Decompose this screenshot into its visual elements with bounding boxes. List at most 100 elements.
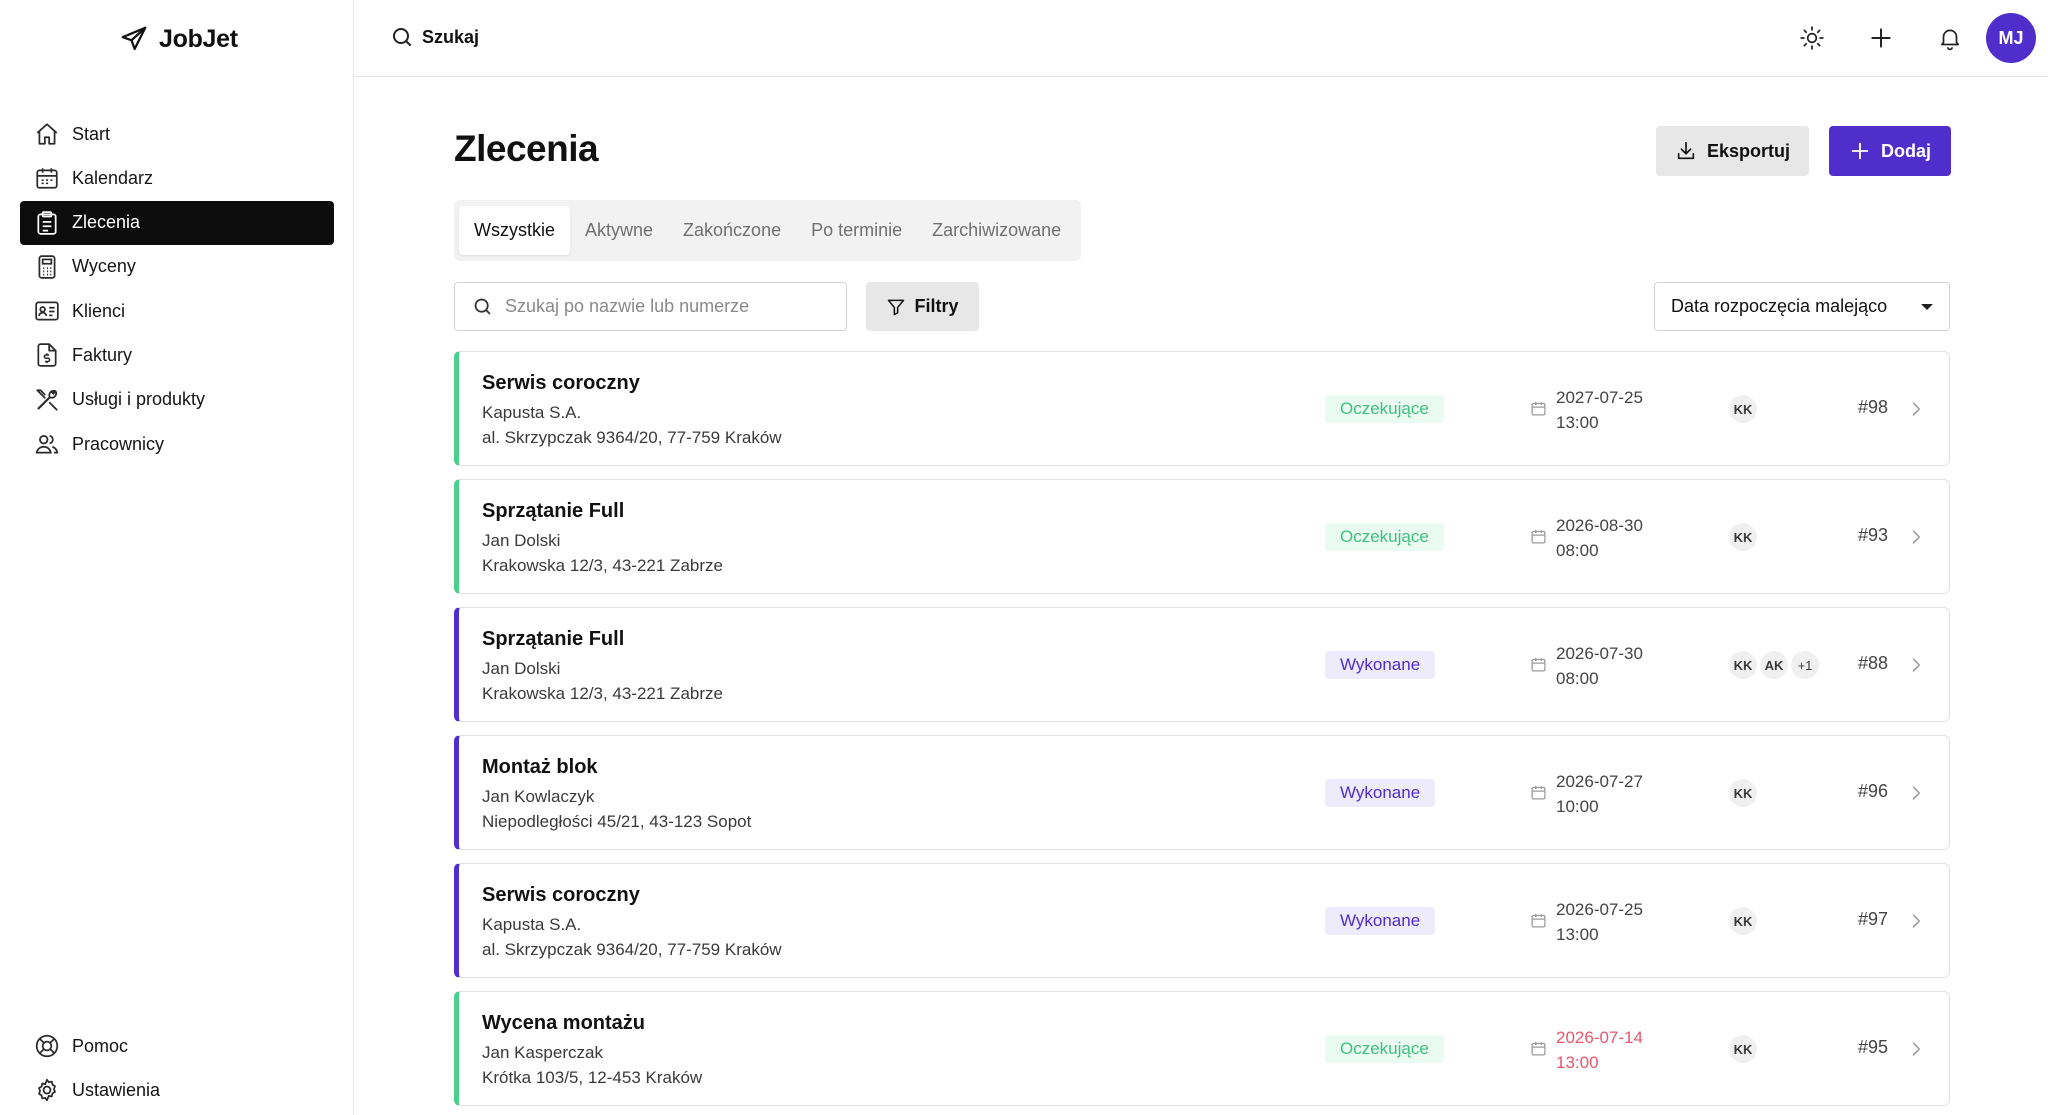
status-badge: Oczekujące — [1325, 1035, 1444, 1063]
page-title: Zlecenia — [454, 128, 599, 169]
quick-add-button[interactable] — [1855, 12, 1907, 64]
global-search[interactable]: Szukaj — [390, 25, 479, 49]
filter-icon — [888, 299, 905, 315]
order-datetime: 2027-07-25 13:00 — [1556, 385, 1676, 435]
status-badge: Wykonane — [1325, 907, 1436, 935]
theme-toggle-button[interactable] — [1786, 12, 1838, 64]
order-row[interactable]: Serwis coroczny Kapusta S.A. al. Skrzypc… — [454, 863, 1950, 978]
tab-po-terminie[interactable]: Po terminie — [796, 206, 917, 255]
order-row[interactable]: Serwis coroczny Kapusta S.A. al. Skrzypc… — [454, 351, 1950, 466]
sidebar-item-kalendarz[interactable]: Kalendarz — [20, 156, 334, 200]
sidebar-item-pracownicy[interactable]: Pracownicy — [20, 422, 334, 466]
add-order-button-label: Dodaj — [1880, 140, 1931, 161]
global-search-label: Szukaj — [422, 26, 480, 47]
sidebar-item-ustawienia[interactable]: Ustawienia — [20, 1068, 334, 1112]
order-client: Kapusta S.A. — [482, 915, 582, 934]
assignee-chip: KK — [1729, 651, 1757, 679]
order-title: Sprzątanie Full — [482, 628, 625, 650]
sidebar-item-label: Klienci — [72, 300, 126, 321]
status-badge: Wykonane — [1325, 779, 1436, 807]
lifebuoy-icon — [35, 1034, 59, 1058]
order-number: #96 — [1857, 781, 1888, 801]
sidebar-nav: Start Kalendarz Zlecenia Wyceny Klienci … — [20, 112, 334, 466]
order-row[interactable]: Sprzątanie Full Jan Dolski Krakowska 12/… — [454, 479, 1950, 594]
order-time: 08:00 — [1556, 669, 1599, 688]
add-order-button[interactable]: Dodaj — [1829, 126, 1951, 176]
sidebar-item-zlecenia[interactable]: Zlecenia — [20, 200, 334, 245]
order-address: Krakowska 12/3, 43-221 Zabrze — [482, 684, 723, 703]
chevron-down-icon — [1921, 303, 1933, 310]
calendar-icon — [1531, 658, 1546, 672]
notifications-button[interactable] — [1924, 12, 1976, 64]
search-icon — [393, 28, 411, 46]
order-title: Serwis coroczny — [482, 884, 640, 906]
order-number: #98 — [1857, 397, 1888, 417]
tab-wszystkie[interactable]: Wszystkie — [459, 206, 570, 255]
app-logo[interactable]: JobJet — [119, 22, 238, 56]
assignee-chip: AK — [1760, 651, 1788, 679]
status-badge: Oczekujące — [1325, 395, 1444, 423]
assignee-chip: KK — [1729, 907, 1757, 935]
order-date: 2026-07-30 — [1556, 644, 1643, 663]
order-datetime: 2026-07-27 10:00 — [1556, 769, 1676, 819]
sidebar-item-label: Pracownicy — [72, 433, 165, 454]
sidebar-item-wyceny[interactable]: Wyceny — [20, 245, 334, 289]
order-client: Jan Dolski — [482, 659, 561, 678]
order-datetime: 2026-08-30 08:00 — [1556, 513, 1676, 563]
order-datetime: 2026-07-25 13:00 — [1556, 897, 1676, 947]
more-assignees-badge: +1 — [1791, 651, 1819, 679]
orders-list: Serwis coroczny Kapusta S.A. al. Skrzypc… — [454, 351, 1950, 1115]
user-avatar[interactable]: MJ — [1986, 13, 2036, 63]
order-time: 13:00 — [1556, 413, 1599, 432]
order-title: Sprzątanie Full — [482, 500, 625, 522]
sort-select[interactable]: Data rozpoczęcia malejąco — [1654, 282, 1950, 331]
order-row[interactable]: Sprzątanie Full Jan Dolski Krakowska 12/… — [454, 607, 1950, 722]
order-row[interactable]: Wycena montażu Jan Kasperczak Krótka 103… — [454, 991, 1950, 1106]
app-name: JobJet — [159, 24, 238, 53]
users-icon — [35, 435, 59, 454]
order-time: 13:00 — [1556, 1053, 1599, 1072]
calendar-icon — [1531, 1042, 1546, 1056]
sidebar-item-uslugi-i-produkty[interactable]: Usługi i produkty — [20, 378, 334, 422]
order-title: Wycena montażu — [482, 1012, 645, 1034]
order-row[interactable]: Montaż blok Jan Kowlaczyk Niepodległości… — [454, 735, 1950, 850]
status-tabs: Wszystkie Aktywne Zakończone Po terminie… — [454, 200, 1082, 261]
plus-icon — [1871, 28, 1891, 48]
order-number: #88 — [1857, 653, 1888, 673]
sidebar: JobJet Start Kalendarz Zlecenia Wyceny K… — [0, 0, 354, 1115]
sidebar-item-klienci[interactable]: Klienci — [20, 289, 334, 333]
tab-zakonczone[interactable]: Zakończone — [668, 206, 796, 255]
sidebar-item-label: Usługi i produkty — [72, 389, 206, 410]
gear-icon — [38, 1079, 56, 1102]
calendar-icon — [1531, 530, 1546, 544]
sidebar-bottom-nav: Pomoc Ustawienia — [20, 1024, 334, 1113]
tab-aktywne[interactable]: Aktywne — [570, 206, 668, 255]
sidebar-item-label: Start — [72, 123, 111, 144]
contact-card-icon — [35, 301, 59, 321]
filters-button[interactable]: Filtry — [866, 282, 979, 331]
tab-zarchiwizowane[interactable]: Zarchiwizowane — [917, 206, 1076, 255]
chevron-right-icon — [1912, 402, 1921, 416]
order-client: Jan Kasperczak — [482, 1043, 603, 1062]
assignees: KK — [1729, 395, 1757, 423]
calculator-icon — [38, 255, 56, 279]
order-date: 2026-07-27 — [1556, 772, 1643, 791]
assignees: KK — [1729, 779, 1757, 807]
order-number: #97 — [1857, 909, 1888, 929]
order-address: Niepodległości 45/21, 43-123 Sopot — [482, 812, 752, 831]
orders-search-input[interactable] — [505, 296, 825, 317]
sidebar-item-start[interactable]: Start — [20, 112, 334, 156]
chevron-right-icon — [1912, 786, 1921, 800]
export-button[interactable]: Eksportuj — [1656, 126, 1809, 176]
sidebar-item-label: Faktury — [72, 344, 133, 365]
sidebar-item-label: Wyceny — [72, 256, 136, 277]
order-address: al. Skrzypczak 9364/20, 77-759 Kraków — [482, 940, 782, 959]
sidebar-item-faktury[interactable]: Faktury — [20, 333, 334, 377]
calendar-icon — [1531, 402, 1546, 416]
calendar-icon — [1531, 914, 1546, 928]
order-time: 08:00 — [1556, 541, 1599, 560]
calendar-icon — [36, 168, 58, 189]
sidebar-item-pomoc[interactable]: Pomoc — [20, 1024, 334, 1068]
order-client: Kapusta S.A. — [482, 403, 582, 422]
assignee-chip: KK — [1729, 523, 1757, 551]
